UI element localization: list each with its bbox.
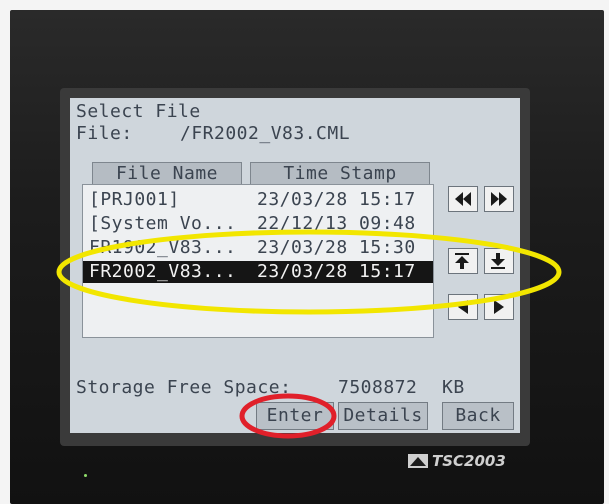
storage-value: 7508872 bbox=[338, 377, 418, 398]
file-list: [PRJ001] 23/03/28 15:17 [System Vo... 22… bbox=[82, 184, 434, 338]
file-name: FR2002_V83... bbox=[89, 261, 237, 282]
list-item[interactable]: [PRJ001] 23/03/28 15:17 bbox=[83, 189, 433, 211]
storage-label: Storage Free Space: bbox=[76, 377, 292, 398]
column-header-file-name[interactable]: File Name bbox=[92, 162, 242, 186]
scroll-top-button[interactable] bbox=[448, 248, 478, 274]
file-name: [PRJ001] bbox=[89, 189, 180, 210]
prev-icon bbox=[458, 300, 468, 314]
prev-button[interactable] bbox=[448, 294, 478, 320]
enter-button[interactable]: Enter bbox=[256, 402, 334, 430]
list-item[interactable]: [System Vo... 22/12/13 09:48 bbox=[83, 213, 433, 235]
list-item[interactable]: FR1902_V83... 23/03/28 15:30 bbox=[83, 237, 433, 259]
scroll-bottom-button[interactable] bbox=[484, 248, 514, 274]
last-page-button[interactable] bbox=[484, 186, 514, 212]
hmi-screen: Select File File: /FR2002_V83.CML File N… bbox=[70, 98, 520, 433]
file-time: 22/12/13 09:48 bbox=[257, 213, 416, 234]
power-led bbox=[84, 474, 87, 477]
list-item-selected[interactable]: FR2002_V83... 23/03/28 15:17 bbox=[83, 261, 433, 283]
file-value: /FR2002_V83.CML bbox=[180, 123, 351, 144]
file-time: 23/03/28 15:30 bbox=[257, 237, 416, 258]
next-button[interactable] bbox=[484, 294, 514, 320]
first-page-button[interactable] bbox=[448, 186, 478, 212]
file-time: 23/03/28 15:17 bbox=[257, 261, 416, 282]
scroll-top-icon bbox=[455, 253, 469, 269]
column-header-time-stamp[interactable]: Time Stamp bbox=[250, 162, 430, 186]
file-time: 23/03/28 15:17 bbox=[257, 189, 416, 210]
file-name: FR1902_V83... bbox=[89, 237, 237, 258]
storage-unit: KB bbox=[442, 377, 465, 398]
details-button[interactable]: Details bbox=[338, 402, 428, 430]
last-page-icon bbox=[491, 192, 507, 206]
file-name: [System Vo... bbox=[89, 213, 237, 234]
screen-title: Select File bbox=[76, 101, 201, 122]
scroll-bottom-icon bbox=[491, 253, 505, 269]
brand-logo-icon bbox=[408, 454, 428, 468]
next-icon bbox=[494, 300, 504, 314]
device-model: TSC2003 bbox=[432, 452, 506, 470]
first-page-icon bbox=[455, 192, 471, 206]
file-label: File: bbox=[76, 123, 133, 144]
back-button[interactable]: Back bbox=[442, 402, 514, 430]
